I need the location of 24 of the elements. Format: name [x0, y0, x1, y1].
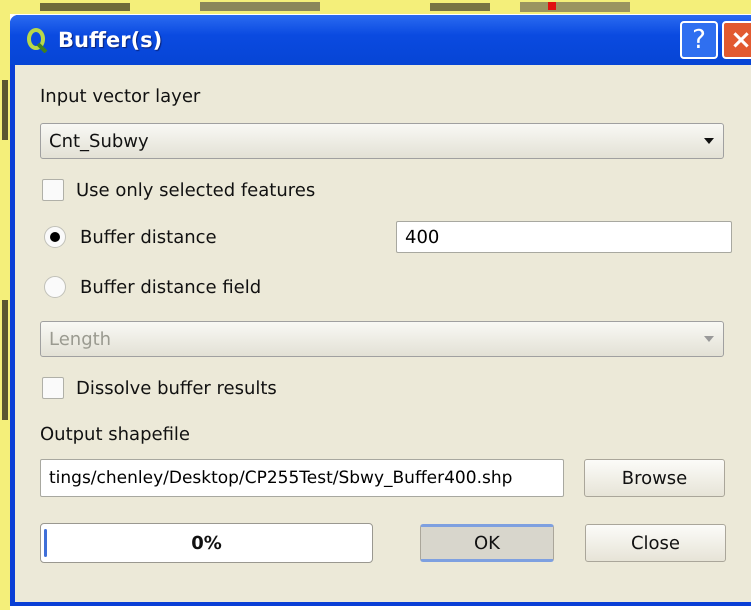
distance-field[interactable]: 400 — [396, 221, 732, 253]
field-label: Input vector layer — [40, 85, 202, 109]
checkbox-label: Use only selected features — [76, 180, 316, 200]
field-dropdown: Length — [40, 321, 724, 357]
checkbox[interactable] — [42, 179, 64, 201]
help-button[interactable]: ? — [680, 21, 718, 59]
radio-button[interactable] — [44, 276, 66, 298]
radio-label: Buffer distance — [80, 226, 218, 248]
ok-button[interactable]: OK — [420, 524, 554, 562]
progress-text: 0% — [191, 532, 222, 554]
close-button[interactable]: × — [722, 21, 751, 59]
output-path-field[interactable]: tings/chenley/Desktop/CP255Test/Sbwy_Buffer400.shp — [40, 459, 564, 497]
browse-button[interactable]: Browse — [584, 459, 725, 497]
dropdown-arrow-icon — [703, 137, 715, 145]
layer-dropdown[interactable]: Cnt_Subwy — [40, 123, 724, 159]
q-logo-icon — [26, 27, 48, 53]
close-dialog-button[interactable]: Close — [585, 524, 726, 562]
window-title: Buffer(s) — [58, 28, 164, 52]
radio-label: Buffer distance field — [80, 276, 262, 298]
radio-button[interactable] — [44, 226, 66, 248]
field-label: Output shapefile — [40, 423, 191, 447]
checkbox[interactable] — [42, 377, 64, 399]
checkbox-label: Dissolve buffer results — [76, 378, 277, 398]
dropdown-arrow-icon — [703, 335, 715, 343]
